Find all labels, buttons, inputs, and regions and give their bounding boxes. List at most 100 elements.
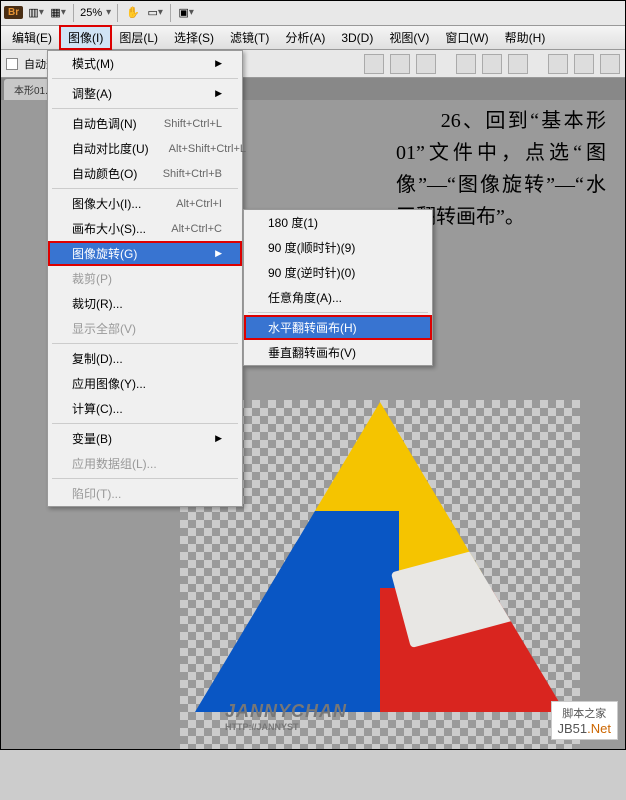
menu-auto-color-label: 自动颜色(O) [72, 165, 137, 182]
auto-select-checkbox[interactable] [6, 58, 18, 70]
dist-icon-3[interactable] [600, 54, 620, 74]
menu-window[interactable]: 窗口(W) [437, 26, 496, 49]
zoom-dropdown-icon[interactable]: ▾ [106, 7, 111, 18]
submenu-arrow-icon: ▶ [215, 433, 222, 444]
submenu-flip-horizontal[interactable]: 水平翻转画布(H) [244, 315, 432, 340]
panels-icon[interactable]: ▦▾ [49, 4, 67, 22]
align-icon-4[interactable] [456, 54, 476, 74]
doc-arrange-icon[interactable]: ▭▾ [146, 4, 164, 22]
menu-duplicate-label: 复制(D)... [72, 350, 123, 367]
align-icon-6[interactable] [508, 54, 528, 74]
menu-apply-data-label: 应用数据组(L)... [72, 455, 157, 472]
separator [73, 4, 74, 22]
menu-auto-color[interactable]: 自动颜色(O) Shift+Ctrl+B [48, 161, 242, 186]
launch-minibridge-icon[interactable]: ▥▾ [27, 4, 45, 22]
separator [52, 188, 238, 189]
site-badge: 脚本之家 JB51.Net [551, 701, 618, 740]
submenu-arbitrary-label: 任意角度(A)... [268, 289, 342, 306]
menu-trap-label: 陷印(T)... [72, 485, 121, 502]
menu-auto-contrast[interactable]: 自动对比度(U)Alt+Shift+Ctrl+L [48, 136, 242, 161]
separator [52, 478, 238, 479]
submenu-180[interactable]: 180 度(1) [244, 210, 432, 235]
align-icon-1[interactable] [364, 54, 384, 74]
menu-image-rotation[interactable]: 图像旋转(G) ▶ [48, 241, 242, 266]
menu-auto-tone[interactable]: 自动色调(N)Shift+Ctrl+L [48, 111, 242, 136]
watermark-author: JANNYCHAN HTTP://JANNYST [225, 701, 347, 732]
menu-filter[interactable]: 滤镜(T) [222, 26, 277, 49]
submenu-180-label: 180 度(1) [268, 214, 318, 231]
hand-tool-icon[interactable]: ✋ [124, 4, 142, 22]
menu-auto-contrast-label: 自动对比度(U) [72, 140, 149, 157]
separator [52, 78, 238, 79]
menu-canvas-size[interactable]: 画布大小(S)...Alt+Ctrl+C [48, 216, 242, 241]
shortcut: Shift+Ctrl+B [163, 168, 222, 180]
submenu-90cw[interactable]: 90 度(顺时针)(9) [244, 235, 432, 260]
menu-canvas-size-label: 画布大小(S)... [72, 220, 146, 237]
dist-icon-1[interactable] [548, 54, 568, 74]
menu-image-size[interactable]: 图像大小(I)... Alt+Ctrl+I [48, 191, 242, 216]
separator [248, 312, 428, 313]
align-icon-5[interactable] [482, 54, 502, 74]
menu-select[interactable]: 选择(S) [166, 26, 222, 49]
submenu-flip-vertical[interactable]: 垂直翻转画布(V) [244, 340, 432, 365]
image-rotation-submenu: 180 度(1) 90 度(顺时针)(9) 90 度(逆时针)(0) 任意角度(… [243, 209, 433, 366]
menu-trim[interactable]: 裁切(R)... [48, 291, 242, 316]
bridge-badge[interactable]: Br [4, 6, 23, 19]
menu-variables[interactable]: 变量(B)▶ [48, 426, 242, 451]
menu-mode-label: 模式(M) [72, 55, 114, 72]
align-icon-2[interactable] [390, 54, 410, 74]
menu-duplicate[interactable]: 复制(D)... [48, 346, 242, 371]
menu-trap[interactable]: 陷印(T)... [48, 481, 242, 506]
menu-3d[interactable]: 3D(D) [333, 28, 381, 48]
shortcut: Shift+Ctrl+L [164, 118, 222, 130]
submenu-arrow-icon: ▶ [215, 88, 222, 99]
submenu-90cw-label: 90 度(顺时针)(9) [268, 239, 355, 256]
menu-adjustments-label: 调整(A) [72, 85, 112, 102]
menu-image-rotation-label: 图像旋转(G) [72, 245, 137, 262]
menu-reveal-all-label: 显示全部(V) [72, 320, 136, 337]
menu-bar: 编辑(E) 图像(I) 图层(L) 选择(S) 滤镜(T) 分析(A) 3D(D… [0, 26, 626, 50]
image-menu-dropdown: 模式(M) ▶ 调整(A) ▶ 自动色调(N)Shift+Ctrl+L 自动对比度(… [47, 50, 243, 507]
tool-strip: Br ▥▾ ▦▾ 25% ▾ ✋ ▭▾ ▣▾ [0, 0, 626, 26]
menu-apply-image[interactable]: 应用图像(Y)... [48, 371, 242, 396]
watermark-url: HTTP://JANNYST [225, 722, 347, 732]
submenu-90ccw[interactable]: 90 度(逆时针)(0) [244, 260, 432, 285]
menu-analysis[interactable]: 分析(A) [277, 26, 333, 49]
separator [52, 343, 238, 344]
site-badge-top: 脚本之家 [558, 705, 611, 721]
menu-layer[interactable]: 图层(L) [111, 26, 166, 49]
separator [52, 108, 238, 109]
shortcut: Alt+Shift+Ctrl+L [169, 143, 246, 155]
align-icon-3[interactable] [416, 54, 436, 74]
menu-reveal-all[interactable]: 显示全部(V) [48, 316, 242, 341]
menu-trim-label: 裁切(R)... [72, 295, 123, 312]
watermark-main: JANNYCHAN [225, 701, 347, 721]
submenu-arrow-icon: ▶ [215, 58, 222, 69]
menu-image[interactable]: 图像(I) [60, 26, 111, 49]
shortcut: Alt+Ctrl+I [176, 198, 222, 210]
menu-adjustments[interactable]: 调整(A) ▶ [48, 81, 242, 106]
submenu-flip-horizontal-label: 水平翻转画布(H) [268, 319, 357, 336]
submenu-flip-vertical-label: 垂直翻转画布(V) [268, 344, 356, 361]
site-badge-b2: .Net [587, 721, 611, 736]
menu-crop[interactable]: 裁剪(P) [48, 266, 242, 291]
separator [117, 4, 118, 22]
separator [52, 423, 238, 424]
submenu-arrow-icon: ▶ [215, 248, 222, 259]
menu-apply-data[interactable]: 应用数据组(L)... [48, 451, 242, 476]
menu-mode[interactable]: 模式(M) ▶ [48, 51, 242, 76]
submenu-90ccw-label: 90 度(逆时针)(0) [268, 264, 355, 281]
dist-icon-2[interactable] [574, 54, 594, 74]
separator [170, 4, 171, 22]
menu-view[interactable]: 视图(V) [381, 26, 437, 49]
site-badge-b1: JB51 [558, 721, 588, 736]
menu-calculations[interactable]: 计算(C)... [48, 396, 242, 421]
menu-edit[interactable]: 编辑(E) [4, 26, 60, 49]
menu-help[interactable]: 帮助(H) [497, 26, 554, 49]
zoom-value[interactable]: 25% [80, 7, 102, 19]
screen-mode-icon[interactable]: ▣▾ [177, 4, 195, 22]
menu-calculations-label: 计算(C)... [72, 400, 123, 417]
menu-image-size-label: 图像大小(I)... [72, 195, 141, 212]
submenu-arbitrary[interactable]: 任意角度(A)... [244, 285, 432, 310]
menu-crop-label: 裁剪(P) [72, 270, 112, 287]
